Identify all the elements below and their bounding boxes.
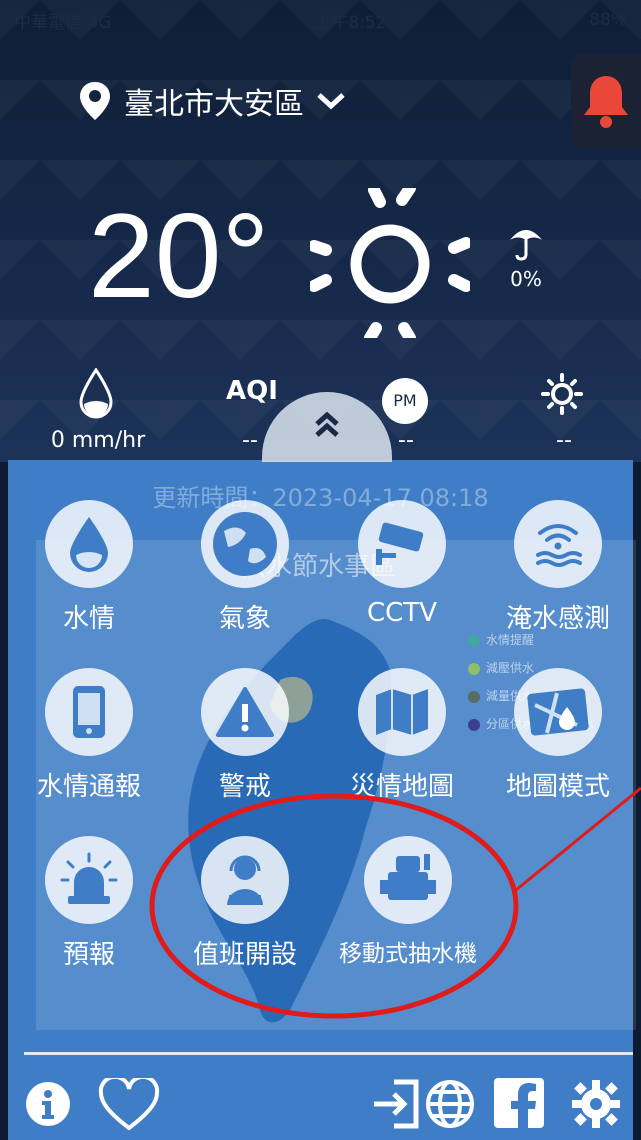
notification-button[interactable] bbox=[571, 54, 641, 148]
wifi-water-icon bbox=[514, 500, 602, 588]
pm-icon: PM bbox=[382, 378, 428, 424]
tile-water-status[interactable]: 水情 bbox=[29, 500, 149, 635]
sunny-icon bbox=[310, 188, 470, 338]
facebook-button[interactable] bbox=[494, 1078, 544, 1128]
rain-probability-value: 0% bbox=[510, 267, 542, 291]
carrier-label: 中華電信 4G bbox=[14, 12, 112, 33]
tile-label: 水情通報 bbox=[36, 772, 141, 802]
login-button[interactable] bbox=[370, 1078, 422, 1134]
pm-value: -- bbox=[398, 428, 414, 453]
legend-dot bbox=[468, 662, 480, 675]
map-pin-icon bbox=[514, 668, 602, 756]
legend-dot bbox=[468, 718, 480, 731]
folded-map-icon bbox=[358, 668, 446, 756]
battery-label: 88% bbox=[589, 10, 627, 30]
clock: 上午8:52 bbox=[314, 12, 387, 33]
globe-language-icon bbox=[426, 1080, 474, 1128]
tile-label: 水情 bbox=[62, 604, 115, 634]
phone-report-icon bbox=[45, 668, 133, 756]
settings-button[interactable] bbox=[570, 1078, 622, 1134]
rain-probability: 0% bbox=[496, 222, 556, 291]
location-pin-icon bbox=[80, 82, 110, 120]
login-icon bbox=[374, 1079, 419, 1129]
aqi-label: AQI bbox=[226, 376, 278, 406]
tile-water-report[interactable]: 水情通報 bbox=[29, 668, 149, 803]
legend-label: 水情提醒 bbox=[486, 633, 535, 647]
cctv-camera-icon bbox=[358, 500, 446, 588]
tile-weather[interactable]: 氣象 bbox=[185, 500, 305, 635]
bell-icon bbox=[584, 76, 628, 128]
location-name: 臺北市大安區 bbox=[124, 87, 304, 122]
rainfall-value: 0 mm/hr bbox=[50, 428, 146, 453]
siren-icon bbox=[45, 836, 133, 924]
tile-label: 淹水感測 bbox=[505, 604, 610, 634]
uv-sun-icon bbox=[541, 373, 583, 415]
tile-flood-sensing[interactable]: 淹水感測 bbox=[498, 500, 618, 635]
tile-forecast[interactable]: 預報 bbox=[29, 836, 149, 971]
location-selector[interactable]: 臺北市大安區 bbox=[78, 78, 346, 124]
toolbar-divider bbox=[24, 1052, 633, 1055]
heart-icon bbox=[98, 1074, 160, 1131]
status-bar: 中華電信 4G 上午8:52 88% bbox=[0, 0, 641, 40]
highlight-annotation bbox=[149, 786, 641, 1019]
facebook-icon bbox=[511, 1083, 536, 1128]
globe-icon bbox=[201, 500, 289, 588]
rain-drop-icon bbox=[79, 368, 113, 419]
tile-cctv[interactable]: CCTV bbox=[342, 500, 462, 628]
legend-dot bbox=[468, 690, 480, 703]
temperature: 20° bbox=[88, 189, 270, 323]
warning-icon bbox=[201, 668, 289, 756]
language-button[interactable] bbox=[424, 1078, 476, 1134]
legend-dot bbox=[468, 634, 480, 647]
tile-label: 預報 bbox=[62, 940, 115, 970]
chevron-down-icon bbox=[317, 93, 345, 110]
favorite-button[interactable] bbox=[98, 1074, 160, 1136]
info-button[interactable] bbox=[26, 1082, 70, 1126]
double-chevron-up-icon bbox=[315, 411, 339, 437]
umbrella-icon bbox=[510, 230, 542, 261]
tile-label: 氣象 bbox=[218, 604, 271, 634]
gear-icon bbox=[572, 1080, 620, 1128]
tile-label: CCTV bbox=[367, 598, 437, 628]
water-drop-icon bbox=[45, 500, 133, 588]
uv-value: -- bbox=[556, 428, 572, 453]
info-icon bbox=[42, 1090, 54, 1119]
